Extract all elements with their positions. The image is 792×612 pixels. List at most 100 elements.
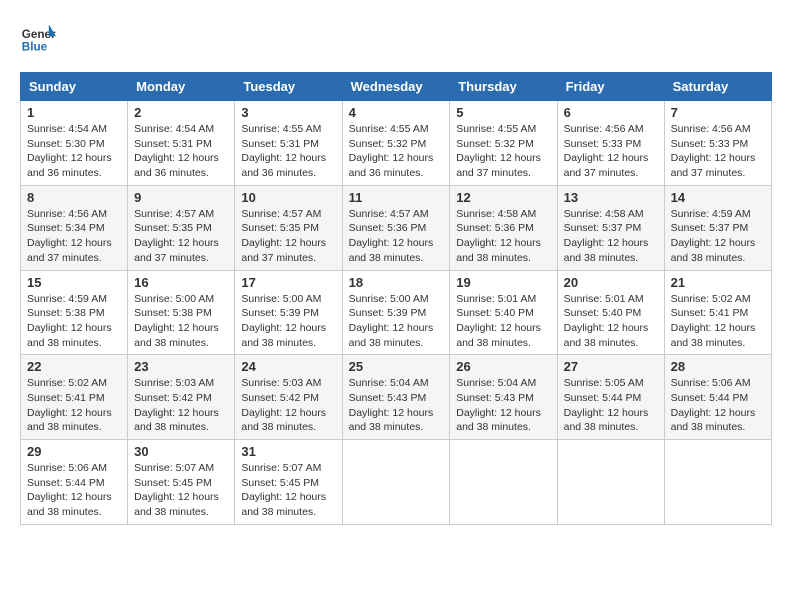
day-number: 21: [671, 275, 765, 290]
day-info: Sunrise: 5:02 AMSunset: 5:41 PMDaylight:…: [671, 292, 765, 351]
svg-text:Blue: Blue: [22, 41, 48, 54]
table-row: 18 Sunrise: 5:00 AMSunset: 5:39 PMDayligh…: [342, 270, 450, 355]
logo-icon: General Blue: [20, 20, 56, 56]
day-info: Sunrise: 4:56 AMSunset: 5:33 PMDaylight:…: [671, 122, 765, 181]
day-info: Sunrise: 5:02 AMSunset: 5:41 PMDaylight:…: [27, 376, 121, 435]
table-row: 4 Sunrise: 4:55 AMSunset: 5:32 PMDaylight…: [342, 101, 450, 186]
day-number: 23: [134, 359, 228, 374]
table-row: 12 Sunrise: 4:58 AMSunset: 5:36 PMDayligh…: [450, 185, 557, 270]
calendar-table: SundayMondayTuesdayWednesdayThursdayFrid…: [20, 72, 772, 525]
calendar-week-row: 8 Sunrise: 4:56 AMSunset: 5:34 PMDaylight…: [21, 185, 772, 270]
day-number: 29: [27, 444, 121, 459]
day-number: 3: [241, 105, 335, 120]
day-info: Sunrise: 4:59 AMSunset: 5:38 PMDaylight:…: [27, 292, 121, 351]
day-number: 28: [671, 359, 765, 374]
table-row: 6Sunrise: 4:56 AMSunset: 5:33 PMDaylight…: [557, 101, 664, 186]
day-info: Sunrise: 5:07 AMSunset: 5:45 PMDaylight:…: [134, 461, 228, 520]
table-row: 13 Sunrise: 4:58 AMSunset: 5:37 PMDayligh…: [557, 185, 664, 270]
table-row: [450, 440, 557, 525]
day-info: Sunrise: 4:56 AMSunset: 5:34 PMDaylight:…: [27, 207, 121, 266]
day-info: Sunrise: 4:57 AMSunset: 5:36 PMDaylight:…: [349, 207, 444, 266]
table-row: 2 Sunrise: 4:54 AMSunset: 5:31 PMDaylight…: [128, 101, 235, 186]
table-row: 14 Sunrise: 4:59 AMSunset: 5:37 PMDayligh…: [664, 185, 771, 270]
table-row: 26Sunrise: 5:04 AMSunset: 5:43 PMDayligh…: [450, 355, 557, 440]
logo: General Blue: [20, 20, 56, 56]
day-info: Sunrise: 5:01 AMSunset: 5:40 PMDaylight:…: [456, 292, 550, 351]
weekday-header-sunday: Sunday: [21, 73, 128, 101]
weekday-header-thursday: Thursday: [450, 73, 557, 101]
day-number: 5: [456, 105, 550, 120]
table-row: 5 Sunrise: 4:55 AMSunset: 5:32 PMDaylight…: [450, 101, 557, 186]
day-number: 31: [241, 444, 335, 459]
day-number: 17: [241, 275, 335, 290]
day-number: 9: [134, 190, 228, 205]
calendar-week-row: 15 Sunrise: 4:59 AMSunset: 5:38 PMDayligh…: [21, 270, 772, 355]
day-number: 25: [349, 359, 444, 374]
day-info: Sunrise: 4:55 AMSunset: 5:32 PMDaylight:…: [349, 122, 444, 181]
day-info: Sunrise: 5:04 AMSunset: 5:43 PMDaylight:…: [456, 376, 550, 435]
day-number: 27: [564, 359, 658, 374]
day-number: 7: [671, 105, 765, 120]
day-number: 12: [456, 190, 550, 205]
weekday-header-monday: Monday: [128, 73, 235, 101]
table-row: 20 Sunrise: 5:01 AMSunset: 5:40 PMDayligh…: [557, 270, 664, 355]
day-number: 11: [349, 190, 444, 205]
day-info: Sunrise: 5:03 AMSunset: 5:42 PMDaylight:…: [241, 376, 335, 435]
day-info: Sunrise: 4:54 AMSunset: 5:31 PMDaylight:…: [134, 122, 228, 181]
table-row: 29Sunrise: 5:06 AMSunset: 5:44 PMDayligh…: [21, 440, 128, 525]
table-row: 21 Sunrise: 5:02 AMSunset: 5:41 PMDayligh…: [664, 270, 771, 355]
table-row: 27 Sunrise: 5:05 AMSunset: 5:44 PMDayligh…: [557, 355, 664, 440]
weekday-header-tuesday: Tuesday: [235, 73, 342, 101]
calendar-week-row: 22 Sunrise: 5:02 AMSunset: 5:41 PMDayligh…: [21, 355, 772, 440]
day-info: Sunrise: 5:00 AMSunset: 5:38 PMDaylight:…: [134, 292, 228, 351]
day-number: 10: [241, 190, 335, 205]
day-info: Sunrise: 4:54 AMSunset: 5:30 PMDaylight:…: [27, 122, 121, 181]
table-row: 7 Sunrise: 4:56 AMSunset: 5:33 PMDaylight…: [664, 101, 771, 186]
table-row: 8 Sunrise: 4:56 AMSunset: 5:34 PMDaylight…: [21, 185, 128, 270]
day-info: Sunrise: 5:04 AMSunset: 5:43 PMDaylight:…: [349, 376, 444, 435]
weekday-header-saturday: Saturday: [664, 73, 771, 101]
day-number: 30: [134, 444, 228, 459]
day-info: Sunrise: 5:06 AMSunset: 5:44 PMDaylight:…: [671, 376, 765, 435]
table-row: 15 Sunrise: 4:59 AMSunset: 5:38 PMDayligh…: [21, 270, 128, 355]
day-number: 13: [564, 190, 658, 205]
day-number: 8: [27, 190, 121, 205]
weekday-header-friday: Friday: [557, 73, 664, 101]
day-number: 14: [671, 190, 765, 205]
day-number: 6: [564, 105, 658, 120]
day-number: 22: [27, 359, 121, 374]
table-row: 10 Sunrise: 4:57 AMSunset: 5:35 PMDayligh…: [235, 185, 342, 270]
day-number: 18: [349, 275, 444, 290]
day-number: 24: [241, 359, 335, 374]
day-info: Sunrise: 4:55 AMSunset: 5:31 PMDaylight:…: [241, 122, 335, 181]
day-info: Sunrise: 5:01 AMSunset: 5:40 PMDaylight:…: [564, 292, 658, 351]
day-info: Sunrise: 5:00 AMSunset: 5:39 PMDaylight:…: [349, 292, 444, 351]
day-number: 4: [349, 105, 444, 120]
day-info: Sunrise: 4:58 AMSunset: 5:36 PMDaylight:…: [456, 207, 550, 266]
day-info: Sunrise: 4:58 AMSunset: 5:37 PMDaylight:…: [564, 207, 658, 266]
table-row: 28 Sunrise: 5:06 AMSunset: 5:44 PMDayligh…: [664, 355, 771, 440]
table-row: 16 Sunrise: 5:00 AMSunset: 5:38 PMDayligh…: [128, 270, 235, 355]
table-row: 17Sunrise: 5:00 AMSunset: 5:39 PMDayligh…: [235, 270, 342, 355]
day-info: Sunrise: 4:57 AMSunset: 5:35 PMDaylight:…: [241, 207, 335, 266]
day-info: Sunrise: 4:59 AMSunset: 5:37 PMDaylight:…: [671, 207, 765, 266]
table-row: 31 Sunrise: 5:07 AMSunset: 5:45 PMDayligh…: [235, 440, 342, 525]
weekday-header-wednesday: Wednesday: [342, 73, 450, 101]
weekday-header-row: SundayMondayTuesdayWednesdayThursdayFrid…: [21, 73, 772, 101]
page-header: General Blue: [20, 20, 772, 56]
day-number: 16: [134, 275, 228, 290]
day-number: 15: [27, 275, 121, 290]
day-info: Sunrise: 5:05 AMSunset: 5:44 PMDaylight:…: [564, 376, 658, 435]
day-info: Sunrise: 4:57 AMSunset: 5:35 PMDaylight:…: [134, 207, 228, 266]
table-row: 22 Sunrise: 5:02 AMSunset: 5:41 PMDayligh…: [21, 355, 128, 440]
table-row: [342, 440, 450, 525]
day-info: Sunrise: 5:07 AMSunset: 5:45 PMDaylight:…: [241, 461, 335, 520]
day-number: 1: [27, 105, 121, 120]
day-info: Sunrise: 4:55 AMSunset: 5:32 PMDaylight:…: [456, 122, 550, 181]
day-number: 20: [564, 275, 658, 290]
table-row: 19Sunrise: 5:01 AMSunset: 5:40 PMDayligh…: [450, 270, 557, 355]
table-row: 1 Sunrise: 4:54 AMSunset: 5:30 PMDaylight…: [21, 101, 128, 186]
day-number: 2: [134, 105, 228, 120]
table-row: 30 Sunrise: 5:07 AMSunset: 5:45 PMDayligh…: [128, 440, 235, 525]
calendar-week-row: 29Sunrise: 5:06 AMSunset: 5:44 PMDayligh…: [21, 440, 772, 525]
